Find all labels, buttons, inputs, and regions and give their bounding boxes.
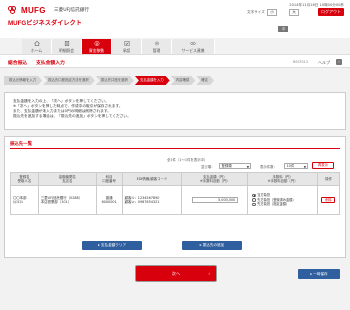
table-header-row: 登録名 受取人名 金融機関名 支店名 科目 口座番号 EDI情報/顧客コード 支… bbox=[10, 172, 341, 186]
account-cell: 普通 6000001 bbox=[95, 185, 123, 215]
help-link[interactable]: ヘルプ bbox=[318, 60, 330, 66]
logout-button[interactable]: ログアウト bbox=[318, 8, 344, 16]
step-2: 振込先口座指定方法を選択 bbox=[43, 76, 95, 85]
yen-icon bbox=[94, 41, 99, 46]
page-size-select[interactable]: 10件 ▼ bbox=[284, 162, 308, 169]
screen-id: BSSF013 bbox=[293, 60, 308, 64]
instruction-line: 振込先を追加する場合は、「振込先の追加」ボタンを押してください。 bbox=[13, 114, 131, 118]
document-icon bbox=[64, 41, 69, 46]
result-count: 全1件（1～1件を表示中） bbox=[167, 158, 208, 162]
redisplay-button[interactable]: 再表示 bbox=[312, 162, 334, 169]
global-nav: ホーム 明細照会 資金移動 承認 管理 サービス連携 bbox=[22, 39, 215, 54]
chevron-down-icon: ▼ bbox=[246, 164, 249, 169]
font-size-label: 文字サイズ bbox=[247, 10, 265, 14]
add-payee-label: 振込先の追加 bbox=[202, 243, 225, 247]
payee-list-title: 振込先一覧 bbox=[10, 142, 32, 147]
amount-cell: 5,000,000 bbox=[181, 185, 249, 215]
column-header: 科目 口座番号 bbox=[95, 172, 123, 186]
delete-button[interactable]: 削除 bbox=[321, 197, 336, 203]
payee-list-section: 振込先一覧 全1件（1～1件を表示中） 並び順： 登録順 ▼ 表示件数： 10件 ▼… bbox=[4, 136, 346, 258]
font-size-medium-button[interactable]: 中 bbox=[278, 25, 288, 32]
payee-name-cell: 〇〇本部 ｶ)ﾏﾙﾏﾙ bbox=[10, 185, 39, 215]
column-header: 手数料（円） ※手数料自動（円） bbox=[247, 172, 318, 186]
next-button[interactable]: 次へ › bbox=[136, 266, 216, 281]
sort-select-value: 登録順 bbox=[221, 163, 232, 168]
sort-label: 並び順： bbox=[201, 165, 215, 169]
edi-cell: 顧客①：1234567890 顧客②：0987654321 bbox=[121, 185, 183, 215]
check-icon bbox=[124, 41, 129, 46]
mufg-logo-icon bbox=[8, 6, 18, 15]
home-icon bbox=[33, 41, 40, 46]
instruction-box: 支払金額を入力の上、「次へ」ボタンを押してください。 ※「次へ」ボタンを押した時… bbox=[4, 92, 346, 130]
title-underline bbox=[10, 148, 340, 149]
table-row: 〇〇本部 ｶ)ﾏﾙﾏﾙ 三菱UFJ信託銀行（0288） 本店営業部（101） 普… bbox=[10, 185, 341, 215]
clear-amount-label: 支払金額クリア bbox=[100, 243, 127, 247]
clear-amount-button[interactable]: ▸ 支払金額クリア bbox=[82, 241, 142, 250]
nav-home[interactable]: ホーム bbox=[22, 39, 52, 54]
step-1: 振込元情報を入力 bbox=[4, 76, 42, 85]
page-category: 総合振込 bbox=[8, 61, 28, 66]
column-header: 支払金額（円） ※手数料自動（円） bbox=[181, 172, 249, 186]
column-header: 操作 bbox=[316, 172, 341, 186]
nav-approval[interactable]: 承認 bbox=[112, 39, 142, 54]
bank-name: 三菱UFJ信託銀行 bbox=[54, 8, 89, 13]
payee-table: 登録名 受取人名 金融機関名 支店名 科目 口座番号 EDI情報/顧客コード 支… bbox=[10, 172, 341, 215]
title-bar: 総合振込 支払金額入力 BSSF013 ヘルプ › bbox=[0, 54, 350, 68]
nav-fund-transfer[interactable]: 資金移動 bbox=[82, 39, 112, 54]
action-cell: 削除 bbox=[316, 185, 341, 215]
chevron-down-icon: ▼ bbox=[303, 164, 306, 169]
step-4-current: 支払金額を入力 bbox=[135, 76, 170, 85]
amount-input[interactable]: 5,000,000 bbox=[191, 197, 238, 203]
next-label: 次へ bbox=[171, 271, 181, 276]
fee-option-payee-specified[interactable]: 先方負担（指定金額） bbox=[252, 202, 317, 207]
radio-selected-icon bbox=[252, 193, 256, 198]
radio-icon bbox=[252, 198, 256, 202]
page-size-label: 表示件数： bbox=[260, 165, 277, 169]
nav-statements[interactable]: 明細照会 bbox=[52, 39, 82, 54]
step-5: 内容確認 bbox=[171, 76, 196, 85]
gear-icon bbox=[154, 41, 159, 46]
help-open-icon[interactable]: › bbox=[336, 59, 342, 65]
step-indicator: 振込元情報を入力 振込先口座指定方法を選択 振込先口座を選択 支払金額を入力 内… bbox=[4, 76, 215, 85]
save-draft-label: 一時保存 bbox=[313, 272, 328, 276]
step-6: 確定 bbox=[196, 76, 214, 85]
nav-service-link[interactable]: サービス連携 bbox=[172, 39, 215, 54]
add-payee-button[interactable]: ▸ 振込先の追加 bbox=[182, 241, 242, 250]
fee-option-label: 先方負担（指定金額） bbox=[257, 202, 290, 207]
page-title: 支払金額入力 bbox=[36, 61, 65, 66]
column-header: 金融機関名 支店名 bbox=[37, 172, 97, 186]
column-header: 登録名 受取人名 bbox=[10, 172, 39, 186]
page-size-select-value: 10件 bbox=[286, 163, 295, 168]
link-icon bbox=[190, 42, 196, 45]
font-size-large-button[interactable]: 大 bbox=[289, 9, 299, 16]
brand-logo: MUFG bbox=[21, 6, 46, 15]
bank-branch-cell: 三菱UFJ信託銀行（0288） 本店営業部（101） bbox=[37, 185, 97, 215]
chevron-right-icon: › bbox=[208, 271, 210, 276]
save-draft-button[interactable]: ▸ 一時保存 bbox=[298, 269, 340, 279]
header: MUFG 三菱UFJ信託銀行 MUFGビジネスダイレクト 2014年11月18日… bbox=[0, 0, 350, 38]
radio-icon bbox=[252, 202, 256, 207]
service-name: MUFGビジネスダイレクト bbox=[8, 20, 82, 27]
nav-admin[interactable]: 管理 bbox=[142, 39, 172, 54]
font-size-small-button[interactable]: 小 bbox=[267, 9, 277, 16]
column-header: EDI情報/顧客コード bbox=[121, 172, 183, 186]
fee-cell: 当方負担 先方負担（登録済み金額） 先方負担（指定金額） bbox=[247, 185, 318, 215]
step-3: 振込先口座を選択 bbox=[96, 76, 134, 85]
sort-select[interactable]: 登録順 ▼ bbox=[219, 162, 251, 169]
